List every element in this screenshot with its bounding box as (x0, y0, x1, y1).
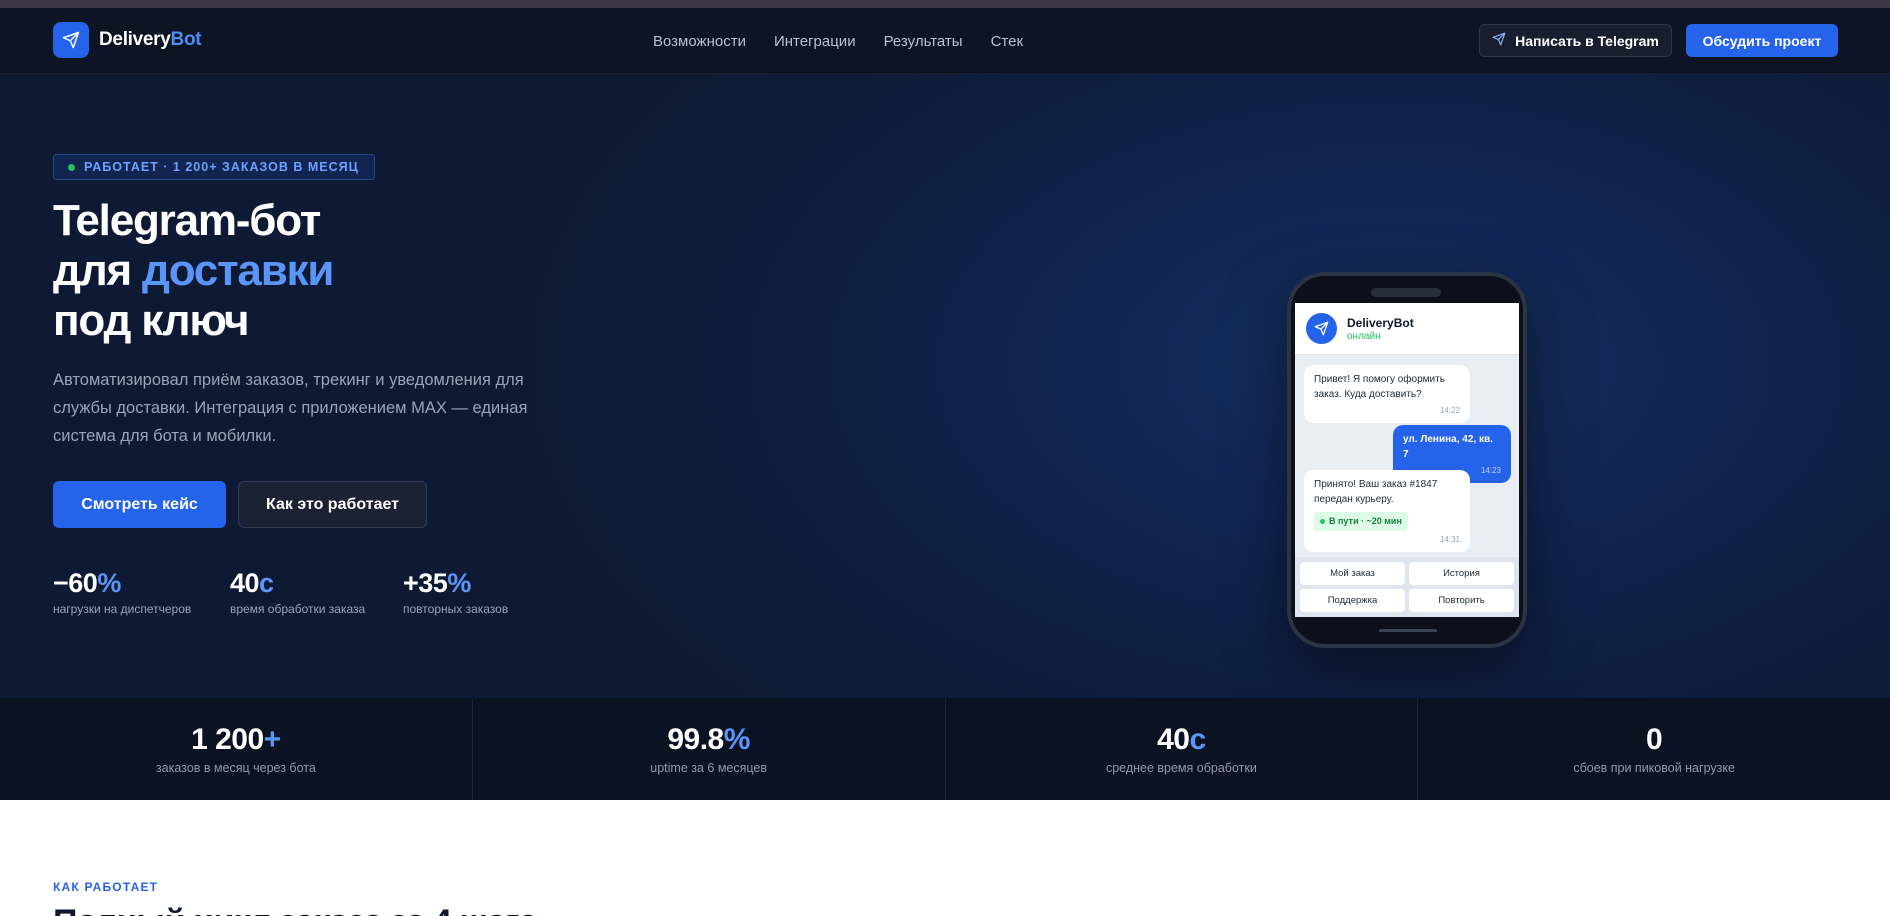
stat-value: 99.8 (667, 723, 724, 756)
hero-title-line-1: Telegram-бот (53, 196, 321, 245)
hero-lead: Автоматизировал приём заказов, трекинг и… (53, 371, 528, 445)
stat-uptime: 99.8% uptime за 6 месяцев (473, 698, 946, 800)
how-it-works-section: КАК РАБОТАЕТ Полный цикл заказа за 4 шаг… (0, 800, 1890, 916)
browser-top-strip (0, 0, 1890, 8)
kpi-dispatcher-load: −60% нагрузки на диспетчеров (53, 568, 230, 616)
chat-name-block: DeliveryBot онлайн (1347, 316, 1414, 342)
message-time: 14:22 (1439, 406, 1460, 415)
stat-value: 40 (1157, 723, 1190, 756)
kpi-value: 40 (230, 568, 260, 598)
kpi-label: время обработки заказа (230, 602, 366, 616)
message-time: 14:31 (1439, 535, 1460, 544)
kpi-processing-time: 40с время обработки заказа (230, 568, 403, 616)
stat-label: uptime за 6 месяцев (650, 761, 767, 775)
kpi-unit: с (259, 568, 274, 598)
nav-link-stack[interactable]: Стек (991, 33, 1023, 50)
nav-links: Возможности Интеграции Результаты Стек (653, 8, 1023, 74)
view-case-button[interactable]: Смотреть кейс (53, 481, 226, 528)
hero-kpis: −60% нагрузки на диспетчеров 40с время о… (53, 568, 508, 616)
kpi-unit: % (97, 568, 121, 598)
hero-title-highlight: доставки (141, 246, 334, 295)
bot-status: онлайн (1347, 330, 1381, 342)
chat-message-incoming: Привет! Я помогу оформить заказ. Куда до… (1304, 365, 1470, 423)
stat-avg-processing-time: 40с среднее время обработки (946, 698, 1419, 800)
keyboard-button-history[interactable]: История (1409, 562, 1514, 585)
logo-text-main: Delivery (99, 29, 171, 50)
keyboard-button-support[interactable]: Поддержка (1300, 589, 1405, 612)
discuss-project-button[interactable]: Обсудить проект (1686, 24, 1838, 57)
paper-plane-icon (1492, 32, 1506, 49)
bot-avatar-icon (1306, 313, 1337, 344)
nav-link-integrations[interactable]: Интеграции (774, 33, 856, 50)
phone-home-indicator (1379, 629, 1437, 632)
section-title: Полный цикл заказа за 4 шага (53, 903, 538, 916)
keyboard-button-repeat[interactable]: Повторить (1409, 589, 1514, 612)
message-text: Привет! Я помогу оформить заказ. Куда до… (1314, 374, 1445, 400)
logo[interactable]: DeliveryBot (53, 22, 202, 58)
hero-title: Telegram-бот для доставки под ключ (53, 196, 334, 346)
stats-bar: 1 200+ заказов в месяц через бота 99.8% … (0, 698, 1890, 800)
bot-keyboard: Мой заказ История Поддержка Повторить (1295, 557, 1519, 617)
paper-plane-logo-icon (53, 22, 89, 58)
status-dot-icon (68, 163, 75, 171)
kpi-unit: % (447, 568, 471, 598)
phone-mockup: DeliveryBot онлайн Привет! Я помогу офор… (1287, 272, 1527, 648)
bot-name: DeliveryBot (1347, 315, 1414, 330)
status-badge-text: РАБОТАЕТ · 1 200+ ЗАКАЗОВ В МЕСЯЦ (84, 160, 359, 174)
delivery-status-chip: В пути · ~20 мин (1314, 512, 1408, 531)
how-it-works-button[interactable]: Как это работает (238, 481, 427, 528)
stat-orders-per-month: 1 200+ заказов в месяц через бота (0, 698, 473, 800)
stat-label: среднее время обработки (1105, 761, 1257, 775)
kpi-value: +35 (403, 568, 448, 598)
stat-peak-failures: 0 сбоев при пиковой нагрузке (1418, 698, 1890, 800)
message-text: Принято! Ваш заказ #1847 передан курьеру… (1314, 479, 1438, 505)
chat-message-incoming: Принято! Ваш заказ #1847 передан курьеру… (1304, 470, 1470, 552)
section-eyebrow: КАК РАБОТАЕТ (53, 880, 159, 894)
kpi-label: повторных заказов (403, 602, 509, 616)
stat-value: 0 (1646, 723, 1663, 756)
logo-text: DeliveryBot (99, 29, 202, 51)
delivery-status-text: В пути · ~20 мин (1329, 516, 1402, 526)
kpi-value: −60 (53, 568, 98, 598)
logo-text-accent: Bot (170, 29, 202, 50)
top-navbar: DeliveryBot Возможности Интеграции Резул… (0, 8, 1890, 74)
telegram-button[interactable]: Написать в Telegram (1479, 24, 1672, 57)
hero-section: РАБОТАЕТ · 1 200+ ЗАКАЗОВ В МЕСЯЦ Telegr… (0, 74, 1890, 698)
hero-title-line-2a: для (53, 246, 142, 295)
phone-screen: DeliveryBot онлайн Привет! Я помогу офор… (1295, 303, 1519, 617)
kpi-repeat-orders: +35% повторных заказов (403, 568, 508, 616)
kpi-label: нагрузки на диспетчеров (53, 602, 192, 616)
telegram-button-label: Написать в Telegram (1515, 32, 1659, 49)
message-text: ул. Ленина, 42, кв. 7 (1403, 434, 1493, 460)
keyboard-button-my-order[interactable]: Мой заказ (1300, 562, 1405, 585)
status-badge: РАБОТАЕТ · 1 200+ ЗАКАЗОВ В МЕСЯЦ (53, 154, 375, 180)
stat-unit: + (263, 723, 282, 756)
stat-label: заказов в месяц через бота (155, 761, 316, 775)
hero-title-line-3: под ключ (53, 296, 250, 345)
status-dot-icon (1320, 519, 1325, 524)
nav-link-features[interactable]: Возможности (653, 33, 746, 50)
phone-notch (1371, 288, 1441, 297)
stat-label: сбоев при пиковой нагрузке (1573, 761, 1735, 775)
stat-unit: с (1189, 723, 1206, 756)
stat-value: 1 200 (191, 723, 264, 756)
chat-header: DeliveryBot онлайн (1295, 303, 1519, 355)
stat-unit: % (723, 723, 751, 756)
nav-link-results[interactable]: Результаты (884, 33, 963, 50)
